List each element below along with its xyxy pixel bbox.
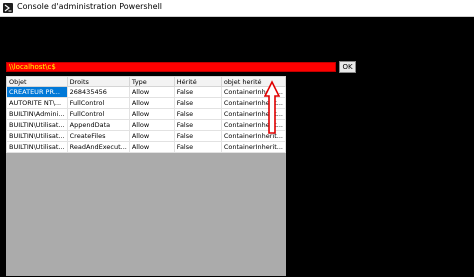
table-cell[interactable]: Allow: [128, 119, 175, 131]
table-row[interactable]: BUILTIN\Utilisat... AppendData Allow Fal…: [6, 119, 287, 131]
table-cell[interactable]: False: [173, 86, 222, 98]
table-cell[interactable]: ContainerInherit...: [220, 141, 287, 153]
table-cell[interactable]: Allow: [128, 97, 175, 109]
up-arrow-annotation: [264, 80, 280, 134]
table-row[interactable]: CREATEUR PR... 268435456 Allow False Con…: [6, 86, 287, 98]
ok-button[interactable]: OK: [339, 61, 356, 73]
table-cell[interactable]: BUILTIN\Utilisat...: [6, 130, 68, 142]
table-cell[interactable]: False: [173, 97, 222, 109]
table-cell[interactable]: Allow: [128, 130, 175, 142]
column-header[interactable]: Hérité: [173, 76, 222, 87]
header-row: Objet Droits Type Hérité objet herité: [6, 76, 287, 87]
table-cell[interactable]: BUILTIN\Admini...: [6, 108, 68, 120]
table-cell[interactable]: False: [173, 141, 222, 153]
column-header[interactable]: Objet: [6, 76, 68, 87]
path-input[interactable]: [6, 62, 336, 72]
table-row[interactable]: BUILTIN\Utilisat... CreateFiles Allow Fa…: [6, 130, 287, 142]
table-cell[interactable]: False: [173, 130, 222, 142]
table-row[interactable]: AUTORITE NT\... FullControl Allow False …: [6, 97, 287, 109]
powershell-icon: [3, 3, 13, 13]
table-row[interactable]: BUILTIN\Admini... FullControl Allow Fals…: [6, 108, 287, 120]
table-cell[interactable]: CREATEUR PR...: [6, 86, 68, 98]
table-cell[interactable]: 268435456: [66, 86, 130, 98]
table-cell[interactable]: False: [173, 119, 222, 131]
table-cell[interactable]: False: [173, 108, 222, 120]
column-header[interactable]: Type: [128, 76, 175, 87]
table-cell[interactable]: FullControl: [66, 97, 130, 109]
table-cell[interactable]: AUTORITE NT\...: [6, 97, 68, 109]
table-cell[interactable]: ReadAndExecut...: [66, 141, 130, 153]
table-cell[interactable]: FullControl: [66, 108, 130, 120]
title-bar: Console d'administration Powershell: [0, 0, 474, 17]
table-cell[interactable]: Allow: [128, 108, 175, 120]
table-cell[interactable]: AppendData: [66, 119, 130, 131]
table-cell[interactable]: CreateFiles: [66, 130, 130, 142]
table-cell[interactable]: Allow: [128, 141, 175, 153]
table-cell[interactable]: BUILTIN\Utilisat...: [6, 119, 68, 131]
permissions-grid: Objet Droits Type Hérité objet herité CR…: [6, 76, 287, 276]
window-title: Console d'administration Powershell: [17, 2, 163, 11]
permissions-table: Objet Droits Type Hérité objet herité CR…: [6, 76, 287, 153]
column-header[interactable]: Droits: [66, 76, 130, 87]
table-row[interactable]: BUILTIN\Utilisat... ReadAndExecut... All…: [6, 141, 287, 153]
table-cell[interactable]: Allow: [128, 86, 175, 98]
table-cell[interactable]: BUILTIN\Utilisat...: [6, 141, 68, 153]
